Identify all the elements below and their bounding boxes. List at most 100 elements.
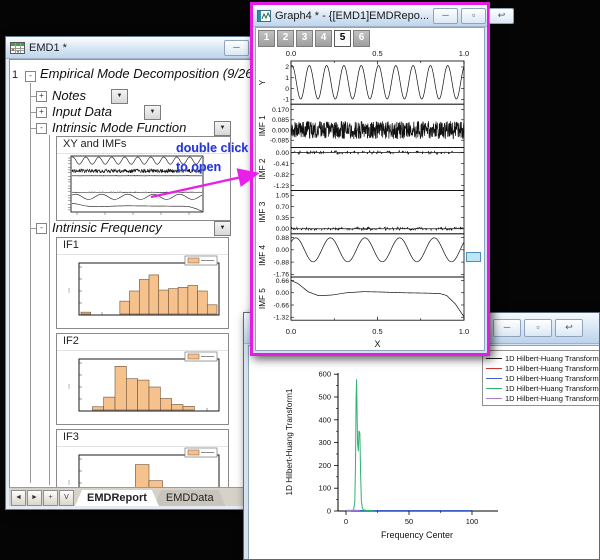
svg-text:0.5: 0.5 bbox=[372, 49, 382, 58]
layer-button-4[interactable]: 4 bbox=[315, 30, 332, 47]
svg-text:IMF 4: IMF 4 bbox=[258, 244, 267, 265]
svg-text:0.70: 0.70 bbox=[276, 204, 289, 211]
emd-panels-chart[interactable]: 0.00.51.0210-1Y0.1700.0850.000-0.085IMF … bbox=[255, 47, 489, 353]
svg-text:50: 50 bbox=[405, 517, 413, 526]
tab-scroll-last-button[interactable]: ► bbox=[27, 490, 42, 506]
report-row-number: 1 bbox=[12, 69, 18, 81]
root-expander-icon[interactable]: - bbox=[25, 71, 36, 82]
legend-line-swatch bbox=[486, 398, 502, 399]
svg-text:0.00: 0.00 bbox=[276, 290, 289, 297]
svg-text:-1.32: -1.32 bbox=[274, 315, 290, 322]
graph4-minimize-button[interactable]: ─ bbox=[433, 8, 458, 24]
svg-text:0.66: 0.66 bbox=[276, 278, 289, 285]
legend-label: 1D Hilbert-Huang Transform2 bbox=[505, 364, 600, 373]
tab-emdreport[interactable]: EMDReport bbox=[75, 490, 159, 506]
if2-histogram[interactable]: | bbox=[57, 351, 228, 419]
if3-histogram[interactable]: | bbox=[57, 447, 228, 489]
input-data-expander-icon[interactable]: + bbox=[36, 107, 47, 118]
report-panel-if1[interactable]: IF1| bbox=[56, 237, 229, 329]
double-click-callout: double click to open bbox=[176, 139, 248, 177]
tree-node-notes[interactable]: Notes bbox=[52, 88, 86, 103]
svg-text:100: 100 bbox=[466, 517, 479, 526]
svg-text:|: | bbox=[68, 288, 69, 294]
tab-scroll-first-button[interactable]: ◄ bbox=[11, 490, 26, 506]
svg-text:300: 300 bbox=[318, 438, 331, 447]
imf-dropdown-button[interactable]: ▼ bbox=[214, 121, 231, 136]
tree-guide-line bbox=[30, 83, 31, 483]
tab-emddata[interactable]: EMDData bbox=[154, 490, 226, 506]
svg-text:0: 0 bbox=[285, 86, 289, 93]
layer-button-6[interactable]: 6 bbox=[353, 30, 370, 47]
tree-node-intrinsic-frequency[interactable]: Intrinsic Frequency bbox=[52, 220, 162, 235]
if-expander-icon[interactable]: - bbox=[36, 223, 47, 234]
legend-label: 1D Hilbert-Huang Transform1 bbox=[505, 354, 600, 363]
hht-legend[interactable]: 1D Hilbert-Huang Transform11D Hilbert-Hu… bbox=[482, 350, 600, 406]
worksheet-icon bbox=[10, 42, 25, 54]
imf-expander-icon[interactable]: - bbox=[36, 123, 47, 134]
legend-line-swatch bbox=[486, 358, 502, 359]
svg-text:IMF 3: IMF 3 bbox=[258, 201, 267, 222]
legend-label: 1D Hilbert-Huang Transform5 bbox=[505, 394, 600, 403]
svg-text:IMF 1: IMF 1 bbox=[258, 115, 267, 136]
svg-text:100: 100 bbox=[318, 484, 331, 493]
legend-entry-5: 1D Hilbert-Huang Transform5 bbox=[486, 393, 600, 403]
selection-handle[interactable] bbox=[466, 252, 481, 262]
svg-text:-0.88: -0.88 bbox=[274, 259, 290, 266]
emd1-minimize-button[interactable]: ─ bbox=[224, 40, 249, 56]
report-panel-if3[interactable]: IF3| bbox=[56, 429, 229, 489]
svg-text:-1.23: -1.23 bbox=[274, 183, 290, 190]
svg-text:-0.085: -0.085 bbox=[270, 138, 289, 145]
hht-minimize-button[interactable]: ─ bbox=[493, 319, 521, 337]
legend-label: 1D Hilbert-Huang Transform4 bbox=[505, 384, 600, 393]
if-panel-title: IF3 bbox=[57, 430, 228, 447]
callout-line2: to open bbox=[176, 158, 248, 177]
emd1-title: EMD1 * bbox=[29, 42, 67, 54]
svg-text:0.0: 0.0 bbox=[286, 327, 296, 336]
svg-text:X: X bbox=[374, 339, 380, 349]
report-panel-if2[interactable]: IF2 | bbox=[56, 333, 229, 425]
callout-line1: double click bbox=[176, 139, 248, 158]
svg-text:|: | bbox=[68, 384, 69, 390]
layer-button-3[interactable]: 3 bbox=[296, 30, 313, 47]
svg-text:Y: Y bbox=[258, 79, 267, 85]
svg-text:1: 1 bbox=[285, 75, 289, 82]
graph4-window: Graph4 * - {[EMD1]EMDRepo... ─ ▫ ↩ 12345… bbox=[250, 2, 490, 356]
legend-label: 1D Hilbert-Huang Transform3 bbox=[505, 374, 600, 383]
legend-entry-2: 1D Hilbert-Huang Transform2 bbox=[486, 363, 600, 373]
svg-text:600: 600 bbox=[318, 370, 331, 379]
svg-text:400: 400 bbox=[318, 415, 331, 424]
if-histogram-stack: IF1|IF2|IF3| bbox=[56, 237, 229, 489]
legend-entry-1: 1D Hilbert-Huang Transform1 bbox=[486, 353, 600, 363]
layer-button-5[interactable]: 5 bbox=[334, 30, 351, 47]
sheet-list-button[interactable]: V bbox=[59, 490, 74, 506]
tree-node-intrinsic-mode-function[interactable]: Intrinsic Mode Function bbox=[52, 120, 186, 135]
layer-button-2[interactable]: 2 bbox=[277, 30, 294, 47]
legend-line-swatch bbox=[486, 378, 502, 379]
notes-dropdown-button[interactable]: ▼ bbox=[111, 89, 128, 104]
report-root-title: Empirical Mode Decomposition (9/26/2 bbox=[40, 66, 263, 81]
input-data-dropdown-button[interactable]: ▼ bbox=[144, 105, 161, 120]
svg-text:0.0: 0.0 bbox=[286, 49, 296, 58]
layer-button-1[interactable]: 1 bbox=[258, 30, 275, 47]
hht-restore-button[interactable]: ↩ bbox=[555, 319, 583, 337]
svg-text:1.0: 1.0 bbox=[459, 327, 469, 336]
hht-maximize-button[interactable]: ▫ bbox=[524, 319, 552, 337]
svg-text:1D Hilbert-Huang Transform1: 1D Hilbert-Huang Transform1 bbox=[285, 388, 294, 495]
if-panel-title: IF2 bbox=[57, 334, 228, 351]
svg-text:0: 0 bbox=[344, 517, 348, 526]
legend-line-swatch bbox=[486, 368, 502, 369]
tree-node-input-data[interactable]: Input Data bbox=[52, 104, 112, 119]
svg-text:Frequency Center: Frequency Center bbox=[381, 530, 453, 540]
svg-text:0.88: 0.88 bbox=[276, 235, 289, 242]
notes-expander-icon[interactable]: + bbox=[36, 91, 47, 102]
add-sheet-button[interactable]: + bbox=[43, 490, 58, 506]
svg-text:-0.66: -0.66 bbox=[274, 302, 290, 309]
graph4-maximize-button[interactable]: ▫ bbox=[461, 8, 486, 24]
if-dropdown-button[interactable]: ▼ bbox=[214, 221, 231, 236]
svg-text:IMF 2: IMF 2 bbox=[258, 158, 267, 179]
if1-histogram[interactable]: | bbox=[57, 255, 228, 323]
tree-guide-line-2 bbox=[49, 135, 50, 485]
graph4-restore-button[interactable]: ↩ bbox=[489, 8, 514, 24]
graph4-titlebar[interactable]: Graph4 * - {[EMD1]EMDRepo... ─ ▫ ↩ bbox=[253, 5, 487, 27]
graph-icon bbox=[257, 10, 271, 22]
